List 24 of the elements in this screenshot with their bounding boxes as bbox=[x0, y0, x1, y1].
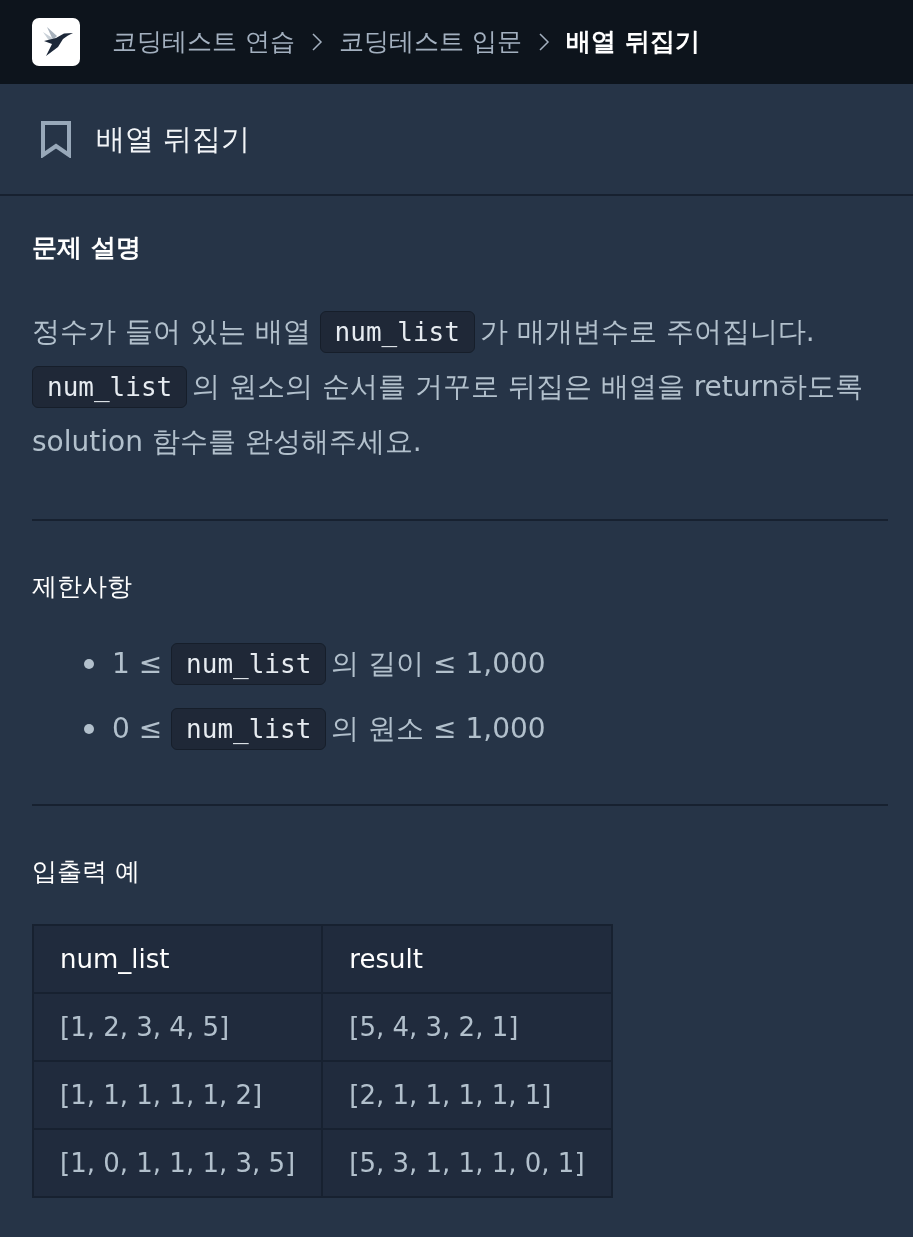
section-heading: 문제 설명 bbox=[32, 232, 142, 264]
bullet-icon bbox=[84, 724, 94, 734]
table-header-cell: result bbox=[322, 925, 612, 993]
bullet-icon bbox=[84, 659, 94, 669]
table-cell: [5, 4, 3, 2, 1] bbox=[322, 993, 612, 1061]
problem-title: 배열 뒤집기 bbox=[96, 121, 251, 158]
chevron-right-icon bbox=[537, 32, 550, 52]
chevron-right-icon bbox=[310, 32, 323, 52]
constraint-text: 0 ≤ num_list 의 원소 ≤ 1,000 bbox=[112, 704, 546, 754]
breadcrumb-link[interactable]: 코딩테스트 입문 bbox=[338, 25, 522, 59]
bookmark-icon[interactable] bbox=[40, 120, 72, 158]
table-cell: [1, 0, 1, 1, 1, 3, 5] bbox=[33, 1129, 323, 1197]
table-cell: [2, 1, 1, 1, 1, 1] bbox=[322, 1061, 612, 1129]
breadcrumb-link[interactable]: 코딩테스트 연습 bbox=[112, 25, 295, 59]
table-cell: [5, 3, 1, 1, 1, 0, 1] bbox=[322, 1129, 612, 1197]
bird-logo-icon[interactable] bbox=[32, 18, 80, 66]
section-heading: 입출력 예 bbox=[32, 856, 141, 888]
description-text: 정수가 들어 있는 배열 num_list 가 매개변수로 주어집니다. num_list 의 원소의 순서를 거꾸로 뒤집은 배열을 return하도록 solution 함수를 완성해주세요. bbox=[32, 304, 888, 469]
constraint-text: 1 ≤ num_list 의 길이 ≤ 1,000 bbox=[112, 639, 546, 689]
breadcrumb-link[interactable]: 배열 뒤집기 bbox=[565, 25, 700, 59]
section-heading: 제한사항 bbox=[32, 571, 133, 603]
table-cell: [1, 2, 3, 4, 5] bbox=[33, 993, 323, 1061]
table-header-cell: num_list bbox=[33, 925, 323, 993]
table-cell: [1, 1, 1, 1, 1, 2] bbox=[33, 1061, 323, 1129]
